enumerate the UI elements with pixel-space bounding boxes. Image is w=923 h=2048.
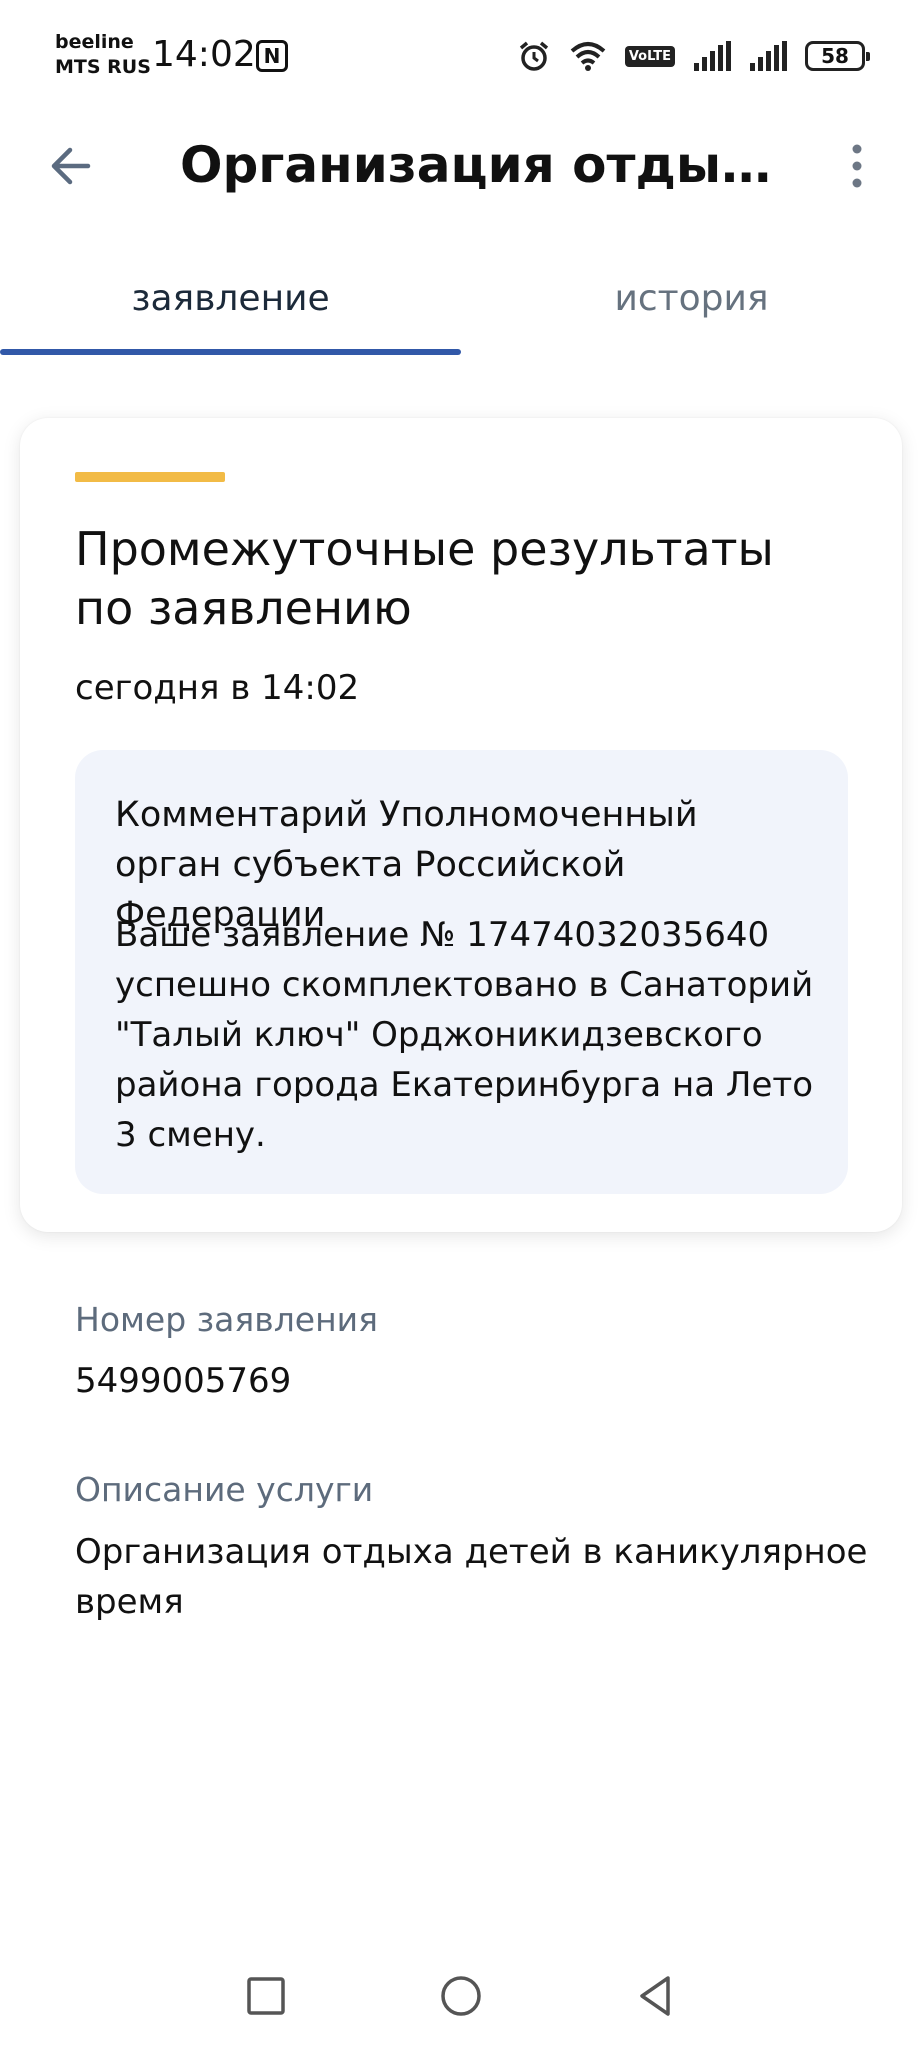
tab-application[interactable]: заявление (0, 262, 461, 358)
screen: beeline MTS RUS 14:02 N VoLTE 58 Организ… (0, 0, 923, 2048)
recent-apps-button[interactable] (242, 1972, 290, 2020)
alarm-icon (517, 39, 551, 73)
home-button[interactable] (437, 1972, 485, 2020)
wifi-icon (569, 40, 607, 72)
square-icon (247, 1977, 285, 2015)
circle-icon (441, 1976, 481, 2016)
signal-icon-1 (693, 41, 731, 71)
application-number-value: 5499005769 (75, 1361, 292, 1401)
status-bar: beeline MTS RUS 14:02 N VoLTE 58 (0, 0, 923, 110)
tab-history[interactable]: история (461, 262, 922, 358)
carrier-2: MTS RUS (55, 56, 151, 78)
volte-icon: VoLTE (624, 45, 675, 67)
card-date: сегодня в 14:02 (75, 668, 360, 708)
signal-icon-2 (749, 41, 787, 71)
card-title: Промежуточные результаты по заявлению (75, 522, 774, 635)
battery-icon: 58 (805, 41, 870, 71)
status-card: Промежуточные результаты по заявлению се… (20, 418, 902, 1232)
carrier-1: beeline (55, 31, 134, 53)
system-nav-bar (0, 1940, 923, 2048)
triangle-back-icon (640, 1976, 670, 2016)
status-time: 14:02 (152, 34, 256, 75)
application-number-label: Номер заявления (75, 1300, 378, 1339)
status-icons: VoLTE 58 (517, 38, 870, 74)
carrier-info: beeline MTS RUS (55, 30, 151, 80)
tab-bar: заявление история (0, 262, 923, 358)
system-back-button[interactable] (632, 1972, 680, 2020)
arrow-left-icon (51, 147, 91, 185)
nfc-icon: N (256, 40, 288, 72)
service-description-label: Описание услуги (75, 1470, 374, 1509)
comment-text: Ваше заявление № 17474032035640 успешно … (115, 915, 814, 1155)
back-button[interactable] (44, 140, 96, 192)
more-button[interactable] (847, 144, 867, 188)
comment-box: Комментарий Уполномоченный орган субъект… (75, 750, 848, 1194)
page-title: Организация отдыха д... (180, 136, 800, 194)
tab-indicator (0, 349, 461, 355)
more-vertical-icon (852, 144, 862, 188)
service-description-value: Организация отдыха детей в каникулярное … (75, 1532, 868, 1622)
status-accent-bar (75, 472, 225, 482)
app-bar: Организация отдыха д... (0, 110, 923, 230)
